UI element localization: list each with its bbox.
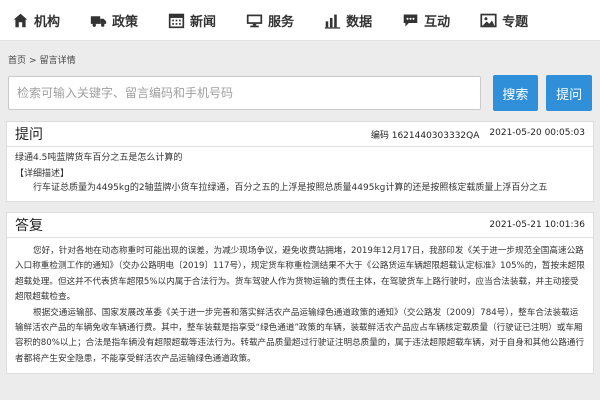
question-body: 绿通4.5吨蓝牌货车百分之五是怎么计算的 【详细描述】 行车证总质量为4495k… (6, 147, 594, 202)
nav-item-zhengce[interactable]: 政策 (90, 0, 138, 40)
nav-label: 数据 (346, 14, 373, 30)
question-title: 提问 (15, 127, 43, 143)
nav-item-jigou[interactable]: 机构 (12, 0, 60, 40)
question-detail-label: 【详细描述】 (15, 169, 70, 179)
truck-icon (90, 12, 107, 29)
answer-panel: 答复 2021-05-21 10:01:36 您好，针对各地在动态称重时可能出现… (6, 212, 594, 375)
answer-datetime: 2021-05-21 10:01:36 (489, 220, 585, 230)
question-header: 提问 编码 1621440303332QA 2021-05-20 00:05:0… (6, 121, 594, 147)
monitor-icon (246, 12, 263, 29)
image-icon (480, 12, 497, 29)
answer-title: 答复 (15, 218, 43, 234)
nav-label: 政策 (112, 14, 139, 30)
question-panel: 提问 编码 1621440303332QA 2021-05-20 00:05:0… (6, 121, 594, 202)
ask-button[interactable]: 提问 (546, 75, 592, 111)
breadcrumb-separator: > (29, 56, 37, 66)
answer-paragraph: 您好，针对各地在动态称重时可能出现的误差，为减少现场争议，避免收费站拥堵，201… (15, 246, 585, 303)
breadcrumb-current: 留言详情 (39, 56, 76, 66)
nav-label: 服务 (268, 14, 295, 30)
answer-header: 答复 2021-05-21 10:01:36 (6, 212, 594, 238)
calendar-icon (168, 12, 185, 29)
breadcrumb: 首页 > 留言详情 (0, 41, 600, 69)
answer-body: 您好，针对各地在动态称重时可能出现的误差，为减少现场争议，避免收费站拥堵，201… (6, 238, 594, 375)
nav-label: 互动 (424, 14, 451, 30)
nav-label: 机构 (34, 14, 61, 30)
nav-item-fuwu[interactable]: 服务 (246, 0, 294, 40)
question-code-value: 1621440303332QA (391, 130, 480, 141)
search-bar: 搜索 提问 (0, 69, 600, 111)
nav-item-hudong[interactable]: 互动 (402, 0, 450, 40)
question-code-label: 编码 (370, 130, 389, 141)
question-detail: 行车证总质量为4495kg的2轴蓝牌小货车拉绿通，百分之五的上浮是按照总质量44… (33, 183, 548, 193)
question-meta: 编码 1621440303332QA 2021-05-20 00:05:03 (371, 128, 585, 141)
nav-item-xinwen[interactable]: 新闻 (168, 0, 216, 40)
breadcrumb-home[interactable]: 首页 (8, 56, 26, 66)
nav-item-shuju[interactable]: 数据 (324, 0, 372, 40)
answer-meta: 2021-05-21 10:01:36 (489, 220, 585, 230)
bar-chart-icon (324, 12, 341, 29)
chat-icon (402, 12, 419, 29)
question-datetime: 2021-05-20 00:05:03 (489, 127, 585, 138)
home-icon (12, 12, 29, 29)
search-button[interactable]: 搜索 (492, 75, 539, 111)
top-nav: 机构 政策 新闻 服务 数据 互动 专题 (0, 0, 600, 41)
nav-label: 专题 (502, 14, 529, 30)
answer-paragraph: 根据交通运输部、国家发展改革委《关于进一步完善和落实鲜活农产品运输绿色通道政策的… (15, 307, 585, 364)
nav-item-zhuanti[interactable]: 专题 (480, 0, 528, 40)
question-code: 编码 1621440303332QA (371, 128, 480, 141)
nav-label: 新闻 (190, 14, 217, 30)
search-input[interactable] (8, 76, 481, 110)
question-subject: 绿通4.5吨蓝牌货车百分之五是怎么计算的 (15, 153, 183, 163)
